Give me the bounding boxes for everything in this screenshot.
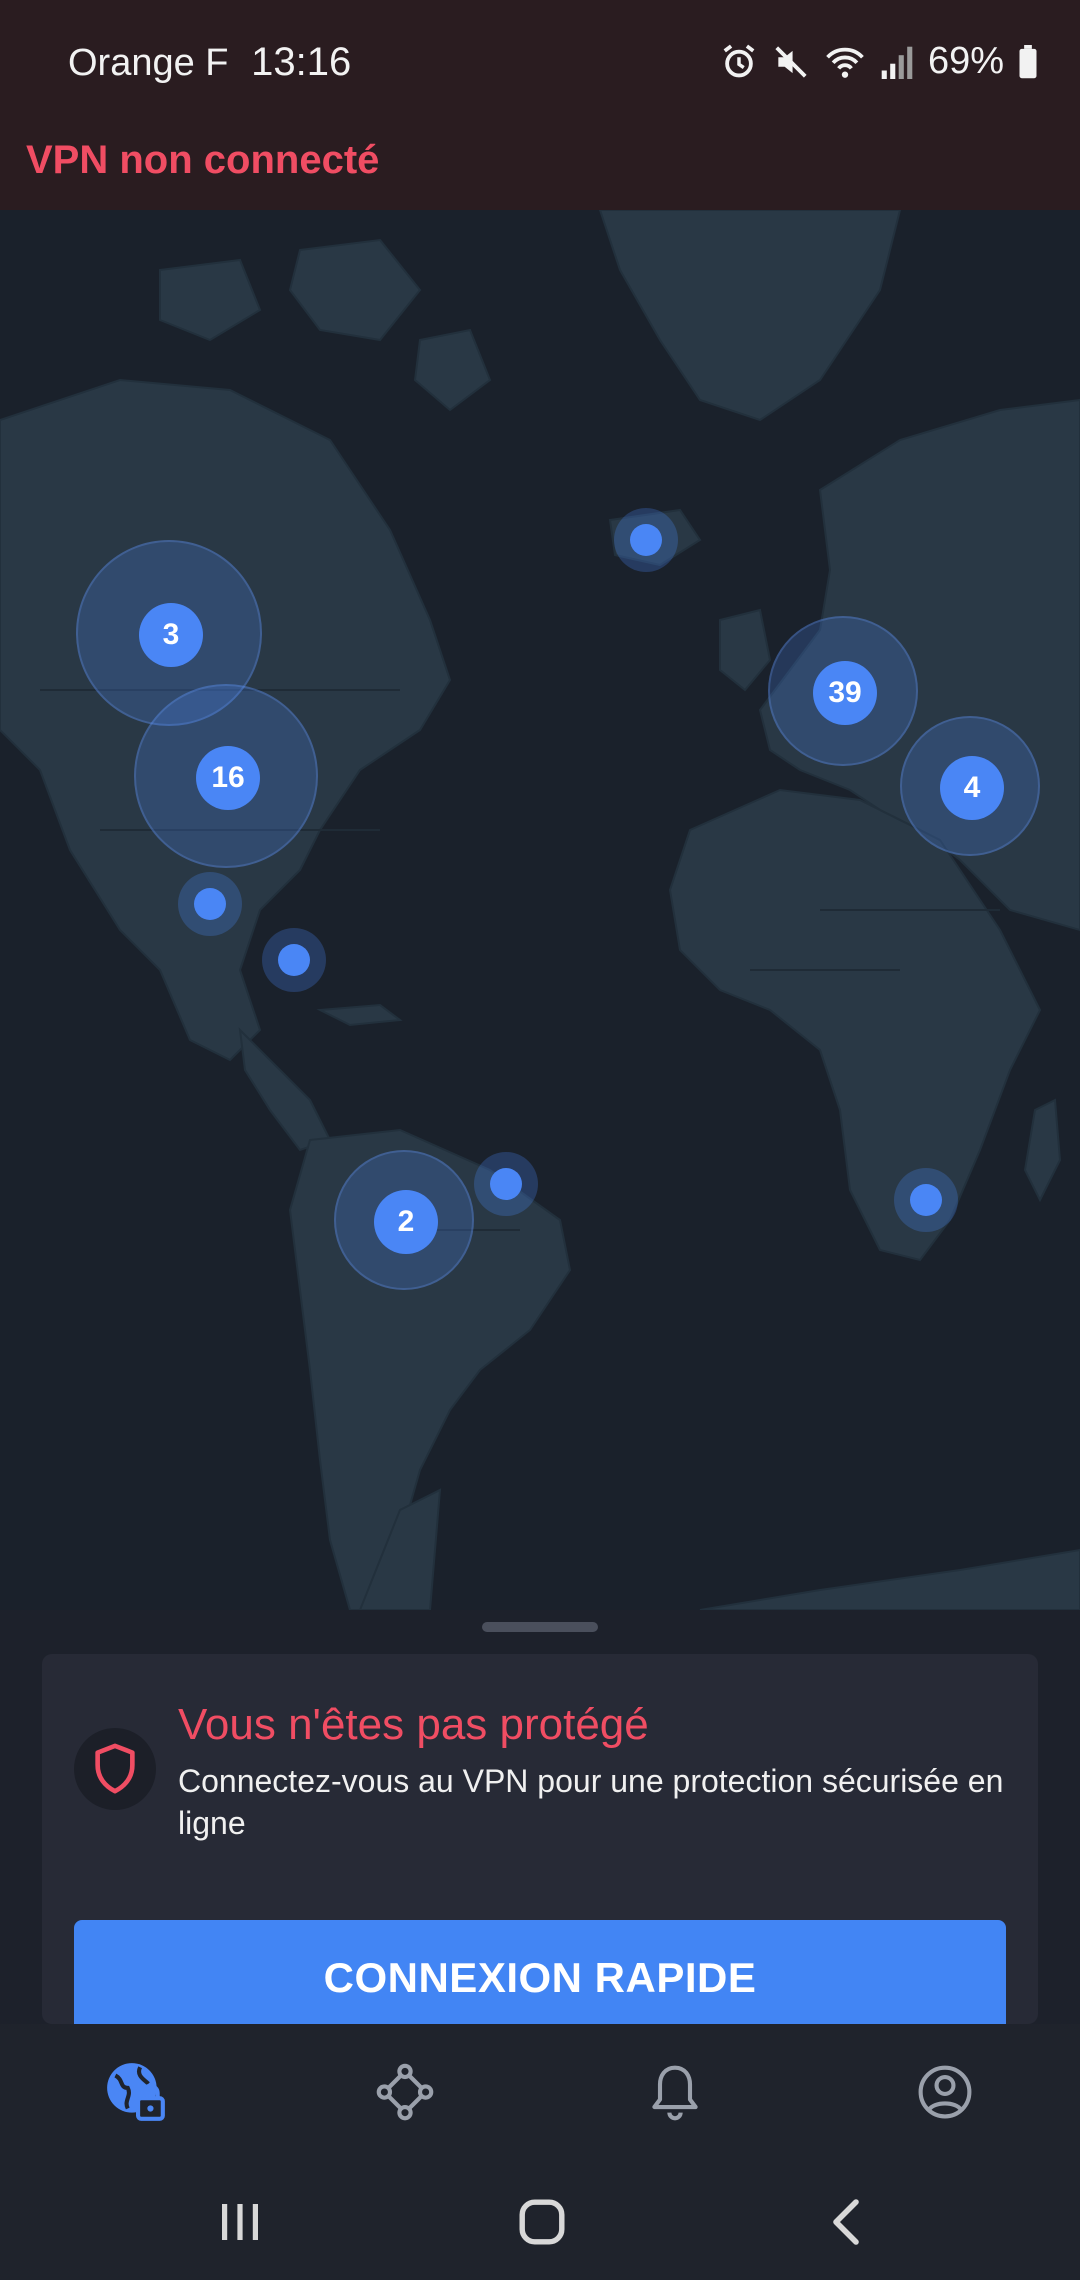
- cluster-count: 3: [139, 603, 203, 667]
- status-left: Orange F 13:16: [68, 40, 351, 85]
- alarm-icon: [720, 43, 758, 81]
- server-dot-core: [630, 524, 662, 556]
- vpn-status-banner: VPN non connecté: [0, 134, 1080, 210]
- server-dot-core: [278, 944, 310, 976]
- server-location-dot[interactable]: [614, 508, 678, 572]
- server-location-dot[interactable]: [262, 928, 326, 992]
- cluster-count: 4: [940, 756, 1004, 820]
- network-nodes-icon: [375, 2062, 435, 2127]
- server-location-dot[interactable]: [474, 1152, 538, 1216]
- server-cluster[interactable]: 4: [900, 716, 1040, 856]
- world-map-land: [0, 210, 1080, 1610]
- back-button[interactable]: [816, 2194, 876, 2254]
- recent-apps-button[interactable]: [210, 2194, 270, 2254]
- battery-percent: 69%: [927, 40, 1004, 82]
- protection-card: Vous n'êtes pas protégé Connectez-vous a…: [42, 1654, 1038, 2036]
- status-bar: Orange F 13:16 69%: [0, 0, 1080, 134]
- cluster-count: 39: [813, 661, 877, 725]
- home-icon: [517, 2197, 567, 2252]
- nav-specialty-servers-tab[interactable]: [365, 2054, 445, 2134]
- bottom-sheet: Vous n'êtes pas protégé Connectez-vous a…: [0, 1610, 1080, 2036]
- cluster-count: 2: [374, 1190, 438, 1254]
- server-cluster[interactable]: 2: [334, 1150, 474, 1290]
- server-dot-core: [194, 888, 226, 920]
- world-map[interactable]: 3 16 39 4 2: [0, 210, 1080, 1610]
- nav-account-tab[interactable]: [905, 2054, 985, 2134]
- system-navigation-bar: [0, 2164, 1080, 2280]
- bell-icon: [647, 2062, 703, 2127]
- server-dot-core: [490, 1168, 522, 1200]
- quick-connect-button[interactable]: CONNEXION RAPIDE: [74, 1920, 1006, 2036]
- recent-apps-icon: [216, 2200, 264, 2249]
- status-right: 69%: [720, 40, 1038, 83]
- server-cluster[interactable]: 16: [134, 684, 318, 868]
- server-cluster[interactable]: 39: [768, 616, 918, 766]
- clock: 13:16: [251, 40, 352, 84]
- carrier-label: Orange F: [68, 42, 229, 84]
- server-location-dot[interactable]: [894, 1168, 958, 1232]
- home-button[interactable]: [512, 2194, 572, 2254]
- wifi-icon: [824, 43, 866, 81]
- mute-icon: [772, 43, 810, 81]
- cluster-count: 16: [196, 746, 260, 810]
- nav-notifications-tab[interactable]: [635, 2054, 715, 2134]
- nav-map-tab[interactable]: [96, 2054, 176, 2134]
- account-icon: [915, 2062, 975, 2127]
- app-root: Orange F 13:16 69% VPN non connecté 3 16…: [0, 0, 1080, 2280]
- protection-title: Vous n'êtes pas protégé: [178, 1700, 649, 1749]
- server-dot-core: [910, 1184, 942, 1216]
- battery-icon: [1018, 44, 1038, 79]
- protection-subtitle: Connectez-vous au VPN pour une protectio…: [178, 1763, 1004, 1841]
- server-location-dot[interactable]: [178, 872, 242, 936]
- sheet-drag-handle[interactable]: [482, 1622, 598, 1632]
- globe-lock-icon: [103, 2059, 169, 2130]
- vpn-status-text: VPN non connecté: [26, 138, 380, 182]
- shield-icon: [74, 1728, 156, 1810]
- signal-icon: [880, 43, 914, 81]
- bottom-navigation: [0, 2024, 1080, 2164]
- back-icon: [826, 2197, 866, 2252]
